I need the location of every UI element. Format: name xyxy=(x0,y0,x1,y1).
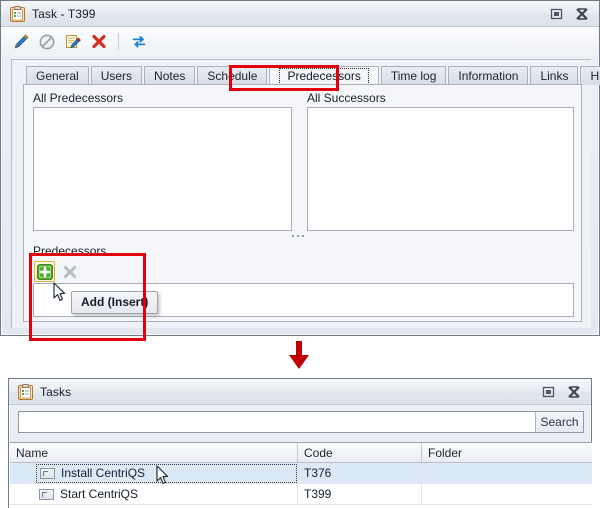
tab-links-label: Links xyxy=(540,69,569,83)
all-successors-list[interactable] xyxy=(307,107,574,231)
search-button[interactable]: Search xyxy=(535,412,583,432)
vertical-splitter[interactable] xyxy=(292,235,304,237)
cell-folder xyxy=(422,484,592,504)
column-header-folder[interactable]: Folder xyxy=(422,443,592,462)
tab-time-log-label: Time log xyxy=(390,69,437,83)
row-name-wrap: Start CentriQS xyxy=(36,485,297,504)
edit-note-icon[interactable] xyxy=(63,32,82,51)
tab-general-label: General xyxy=(36,69,79,83)
tab-links[interactable]: Links xyxy=(530,66,579,85)
close-icon[interactable] xyxy=(563,383,585,401)
splitter-dot xyxy=(302,235,304,237)
clipboard-icon xyxy=(18,383,33,400)
cell-name-text: Install CentriQS xyxy=(61,466,146,480)
tab-time-log[interactable]: Time log xyxy=(380,66,447,85)
tab-history-label: History xyxy=(590,69,600,83)
task-tabstrip: General Users Notes Schedule Predecessor… xyxy=(12,65,600,85)
add-icon[interactable] xyxy=(34,261,55,282)
tab-schedule-label: Schedule xyxy=(207,69,258,83)
tab-users-label: Users xyxy=(100,69,133,83)
tasks-grid: Name Code Folder Install CentriQS T376 S… xyxy=(10,442,592,508)
edit-icon[interactable] xyxy=(11,32,30,51)
column-header-code[interactable]: Code xyxy=(298,443,422,462)
tab-information-label: Information xyxy=(458,69,519,83)
task-node-icon xyxy=(39,488,54,500)
delete-icon[interactable] xyxy=(89,32,108,51)
clipboard-icon xyxy=(10,5,25,22)
all-predecessors-list[interactable] xyxy=(33,107,292,231)
tasks-window-titlebar[interactable]: Tasks xyxy=(9,379,591,405)
cell-code: T399 xyxy=(298,484,422,504)
cell-name: Install CentriQS xyxy=(10,463,298,483)
cell-folder xyxy=(422,463,592,483)
task-toolbar xyxy=(1,27,599,56)
column-header-name[interactable]: Name xyxy=(10,443,298,462)
tasks-grid-header: Name Code Folder xyxy=(10,443,592,463)
cell-name: Start CentriQS xyxy=(10,484,298,504)
tab-schedule[interactable]: Schedule xyxy=(197,66,268,85)
all-successors-label: All Successors xyxy=(307,91,386,105)
task-client-area: General Users Notes Schedule Predecessor… xyxy=(11,59,600,328)
restore-icon[interactable] xyxy=(545,5,567,23)
table-row[interactable]: Install CentriQS T376 xyxy=(10,463,592,484)
tab-general[interactable]: General xyxy=(26,66,89,85)
splitter-dot xyxy=(292,235,294,237)
tab-information[interactable]: Information xyxy=(448,66,529,85)
tasks-window-title: Tasks xyxy=(40,384,72,399)
task-window-titlebar[interactable]: Task - T399 xyxy=(1,1,599,27)
splitter-dot xyxy=(297,235,299,237)
task-window: Task - T399 General Users Notes Schedule… xyxy=(0,0,600,341)
tab-notes[interactable]: Notes xyxy=(144,66,196,85)
tab-users[interactable]: Users xyxy=(90,66,143,85)
close-icon[interactable] xyxy=(571,5,593,23)
search-row: Search xyxy=(18,411,584,433)
cell-name-text: Start CentriQS xyxy=(60,487,139,501)
down-arrow-icon xyxy=(289,341,309,369)
tab-history[interactable]: History xyxy=(580,66,600,85)
all-predecessors-label: All Predecessors xyxy=(33,91,124,105)
refresh-icon[interactable] xyxy=(129,32,148,51)
tab-predecessors-label: Predecessors xyxy=(279,67,369,85)
add-tooltip: Add (Insert) xyxy=(71,291,159,314)
restore-icon[interactable] xyxy=(537,383,559,401)
cell-code: T376 xyxy=(298,463,422,483)
cancel-icon[interactable] xyxy=(37,32,56,51)
table-row[interactable]: Start CentriQS T399 xyxy=(10,484,592,505)
toolbar-separator xyxy=(118,33,119,50)
tab-notes-label: Notes xyxy=(154,69,186,83)
row-name-wrap: Install CentriQS xyxy=(36,463,297,483)
predecessors-mini-toolbar xyxy=(31,259,83,284)
remove-icon xyxy=(59,261,80,282)
predecessors-label: Predecessors xyxy=(33,244,107,258)
screenshot-root: Task - T399 General Users Notes Schedule… xyxy=(0,0,600,508)
task-window-title: Task - T399 xyxy=(32,6,96,21)
tab-predecessors[interactable]: Predecessors xyxy=(269,66,379,85)
tasks-window: Tasks Search Name Code Folder Install Ce… xyxy=(8,378,592,508)
task-node-icon xyxy=(40,467,55,479)
search-input[interactable] xyxy=(19,412,535,432)
predecessors-tab-page: All Predecessors All Successors Predeces… xyxy=(23,84,582,322)
